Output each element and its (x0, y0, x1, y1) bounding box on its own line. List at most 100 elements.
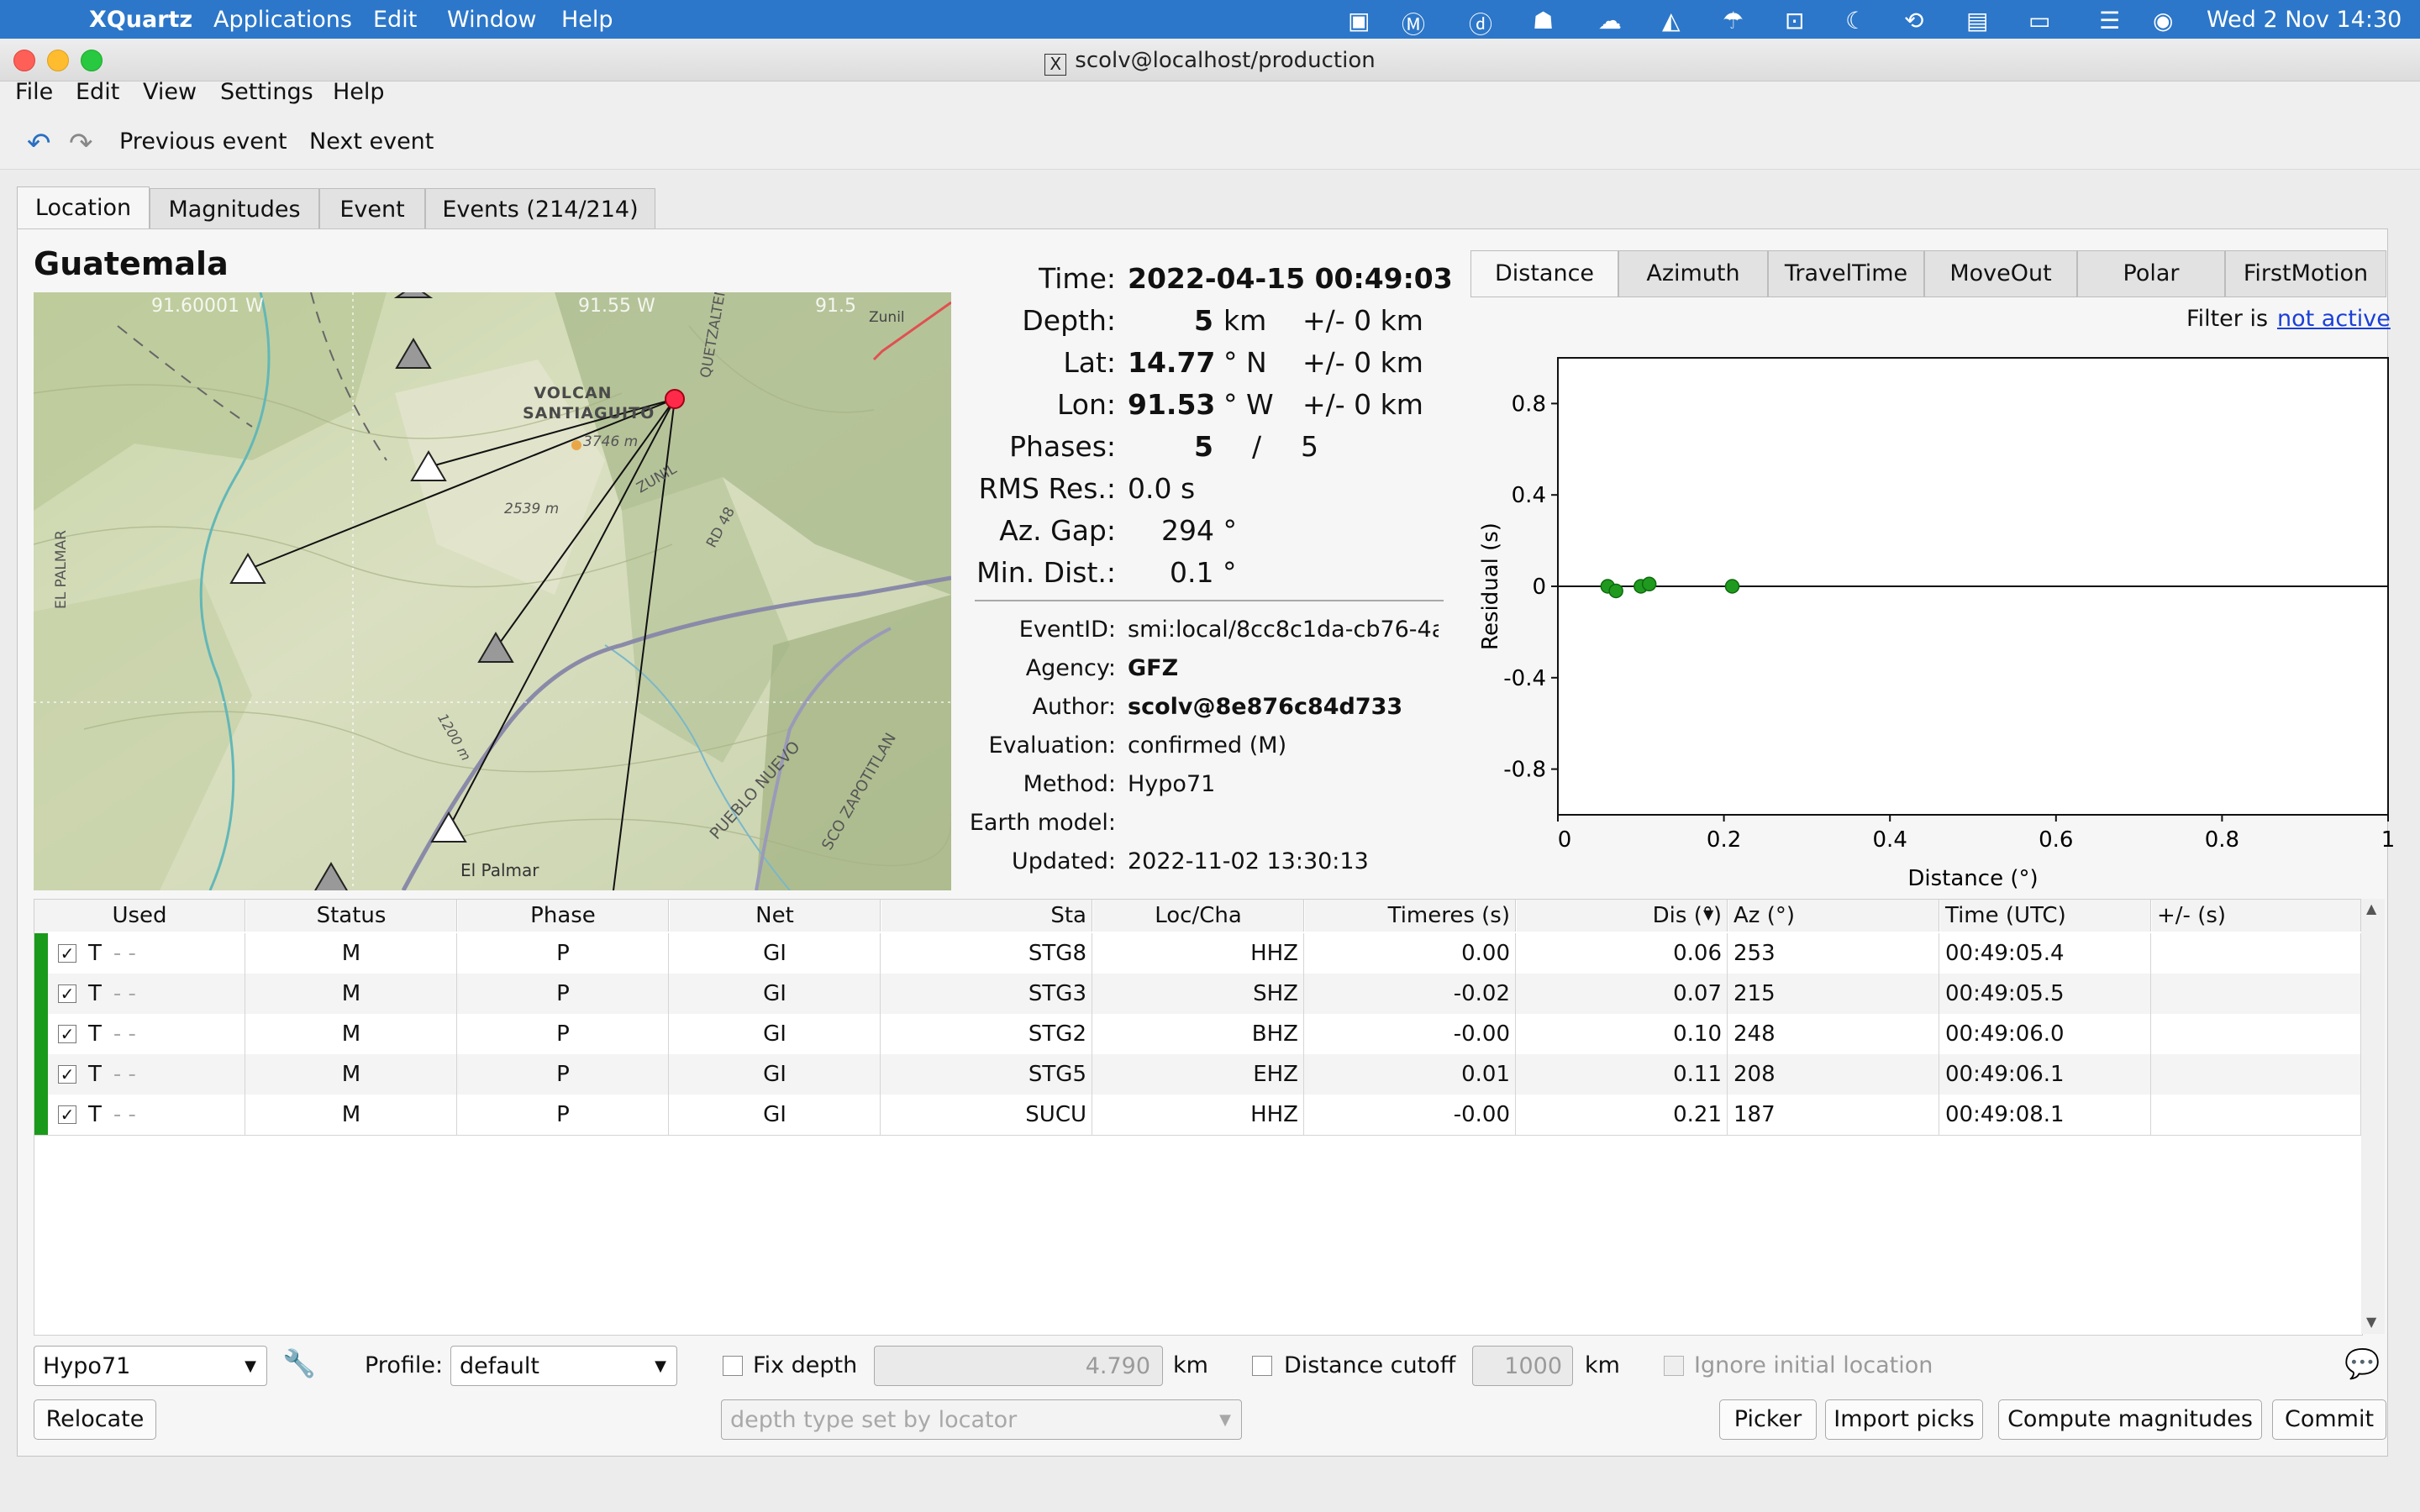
column-header-err[interactable]: +/- (s) (2152, 900, 2361, 932)
d-app-icon[interactable]: ⓓ (1469, 7, 1492, 40)
control-center-icon[interactable]: ☰ (2099, 7, 2120, 34)
menu-settings[interactable]: Settings (220, 79, 313, 105)
screen-icon[interactable]: ⊡ (1785, 7, 1804, 34)
cell-cha: HHZ (1093, 1095, 1304, 1135)
rms-label: RMS Res.: (978, 472, 1116, 505)
memory-icon[interactable]: ▤ (1966, 7, 1988, 34)
column-header-net[interactable]: Net (670, 900, 881, 932)
menu-edit[interactable]: Edit (373, 7, 417, 33)
menu-window[interactable]: Window (447, 7, 536, 33)
macos-menu-bar: XQuartz Applications Edit Window Help ▣ … (0, 0, 2420, 39)
column-header-phase[interactable]: Phase (458, 900, 669, 932)
scroll-down-icon[interactable]: ▼ (2366, 1314, 2376, 1330)
data-point[interactable] (1641, 576, 1657, 592)
depth-type-select[interactable]: depth type set by locator ▼ (721, 1399, 1242, 1440)
tab-location[interactable]: Location (17, 186, 150, 233)
agency-value: GFZ (1128, 655, 1179, 681)
event-map[interactable]: VOLCAN SANTIAGUITO 3746 m 2539 m El Palm… (34, 292, 951, 890)
column-header-status[interactable]: Status (246, 900, 457, 932)
weather-icon[interactable]: ☂ (1723, 7, 1744, 34)
mastodon-icon[interactable]: Ⓜ (1402, 7, 1425, 40)
previous-event-button[interactable]: Previous event (119, 129, 287, 155)
residual-distance-chart[interactable]: 0 0.2 0.4 0.6 0.8 1 0.8 0.4 0 -0.4 -0.8 Distance (… (1470, 344, 2395, 899)
chat-bubble-icon[interactable]: 💬 (2344, 1347, 2380, 1381)
forward-arrow-icon[interactable]: ↷ (69, 127, 93, 160)
column-header-az[interactable]: Az (°) (1728, 900, 1939, 932)
app-menu[interactable]: XQuartz (89, 7, 192, 33)
table-row[interactable]: ✓ T - - M P GI SUCU HHZ -0.00 0.21 187 00:49:08.1 (34, 1095, 2362, 1136)
cloud-icon[interactable]: ☁ (1598, 7, 1622, 34)
chevron-down-icon: ▼ (655, 1357, 666, 1375)
tab-moveout[interactable]: MoveOut (1924, 250, 2077, 297)
lon-unit: ° W (1223, 388, 1274, 421)
back-arrow-icon[interactable]: ↶ (27, 127, 51, 160)
data-point[interactable] (1608, 583, 1623, 599)
ignore-initial-checkbox[interactable] (1664, 1356, 1684, 1376)
column-header-res[interactable]: Timeres (s) (1305, 900, 1516, 932)
menu-edit-app[interactable]: Edit (76, 79, 119, 105)
cell-net: GI (670, 1014, 881, 1054)
tab-distance[interactable]: Distance (1470, 250, 1618, 297)
depth-type-value: depth type set by locator (730, 1407, 1018, 1433)
scroll-up-icon[interactable]: ▲ (2366, 900, 2376, 916)
tab-firstmotion[interactable]: FirstMotion (2225, 250, 2386, 297)
time-machine-icon[interactable]: ⟲ (1904, 7, 1923, 34)
wrench-icon[interactable]: 🔧 (282, 1347, 316, 1379)
menu-applications[interactable]: Applications (213, 7, 352, 33)
table-scrollbar[interactable]: ▲ ▼ (2361, 899, 2385, 1334)
next-event-button[interactable]: Next event (309, 129, 434, 155)
table-row[interactable]: ✓ T - - M P GI STG8 HHZ 0.00 0.06 253 00:49:05.4 (34, 933, 2362, 974)
map-elev-2: 2539 m (504, 501, 560, 517)
window-title-bar: Xscolv@localhost/production (0, 42, 2420, 81)
cell-used: T- - (34, 1014, 245, 1054)
zoom-icon[interactable]: ▣ (1348, 7, 1370, 34)
moon-icon[interactable]: ☾ (1845, 7, 1866, 34)
commit-button[interactable]: Commit (2272, 1399, 2386, 1440)
locator-select[interactable]: Hypo71 ▼ (34, 1346, 267, 1386)
sort-desc-icon[interactable]: ▼ (1703, 906, 1713, 922)
profile-select[interactable]: default ▼ (450, 1346, 677, 1386)
method-label: Method: (1023, 771, 1116, 797)
menu-help[interactable]: Help (561, 7, 613, 33)
column-header-dis[interactable]: Dis (°) (1517, 900, 1728, 932)
x-tick-label: 0 (1558, 827, 1572, 853)
data-point[interactable] (1724, 579, 1740, 594)
column-header-sta[interactable]: Sta (881, 900, 1092, 932)
filter-status-link[interactable]: not active (2277, 306, 2391, 332)
siri-icon[interactable]: ◉ (2153, 7, 2173, 34)
menu-view[interactable]: View (143, 79, 197, 105)
column-header-used[interactable]: Used (34, 900, 245, 932)
table-row[interactable]: ✓ T - - M P GI STG5 EHZ 0.01 0.11 208 00:49:06.1 (34, 1054, 2362, 1095)
picker-button[interactable]: Picker (1719, 1399, 1817, 1440)
tab-polar[interactable]: Polar (2077, 250, 2225, 297)
table-row[interactable]: ✓ T - - M P GI STG3 SHZ -0.02 0.07 215 00:49:05.5 (34, 974, 2362, 1015)
table-row[interactable]: ✓ T - - M P GI STG2 BHZ -0.00 0.10 248 00:49:06.0 (34, 1014, 2362, 1055)
tab-magnitudes[interactable]: Magnitudes (150, 188, 319, 231)
cell-phase: P (458, 1014, 669, 1054)
menu-help-app[interactable]: Help (333, 79, 385, 105)
menu-file[interactable]: File (15, 79, 53, 105)
tab-azimuth[interactable]: Azimuth (1618, 250, 1768, 297)
relocate-button[interactable]: Relocate (34, 1399, 156, 1440)
tab-event[interactable]: Event (319, 188, 425, 231)
menu-clock[interactable]: Wed 2 Nov 14:30 (2207, 7, 2402, 33)
drive-icon[interactable]: ◭ (1662, 7, 1681, 34)
import-picks-button[interactable]: Import picks (1825, 1399, 1983, 1440)
cell-cha: SHZ (1093, 974, 1304, 1014)
compute-magnitudes-button[interactable]: Compute magnitudes (1998, 1399, 2262, 1440)
graduation-cap-icon[interactable]: ☗ (1533, 7, 1554, 34)
distance-cutoff-checkbox[interactable] (1252, 1356, 1272, 1376)
fix-depth-checkbox[interactable] (723, 1356, 743, 1376)
lat-value: 14.77 (1128, 346, 1216, 379)
column-header-cha[interactable]: Loc/Cha (1093, 900, 1304, 932)
map-volcano-label: VOLCAN SANTIAGUITO (523, 384, 655, 423)
cell-phase: P (458, 933, 669, 974)
battery-icon[interactable]: ▭ (2028, 7, 2050, 34)
tab-events[interactable]: Events (214/214) (425, 188, 655, 231)
cell-az: 208 (1728, 1054, 1939, 1095)
distance-cutoff-input[interactable]: 1000 (1472, 1346, 1573, 1386)
depth-input[interactable]: 4.790 (874, 1346, 1163, 1386)
tab-traveltime[interactable]: TravelTime (1768, 250, 1924, 297)
column-header-time[interactable]: Time (UTC) (1940, 900, 2151, 932)
cell-res: -0.02 (1305, 974, 1516, 1014)
